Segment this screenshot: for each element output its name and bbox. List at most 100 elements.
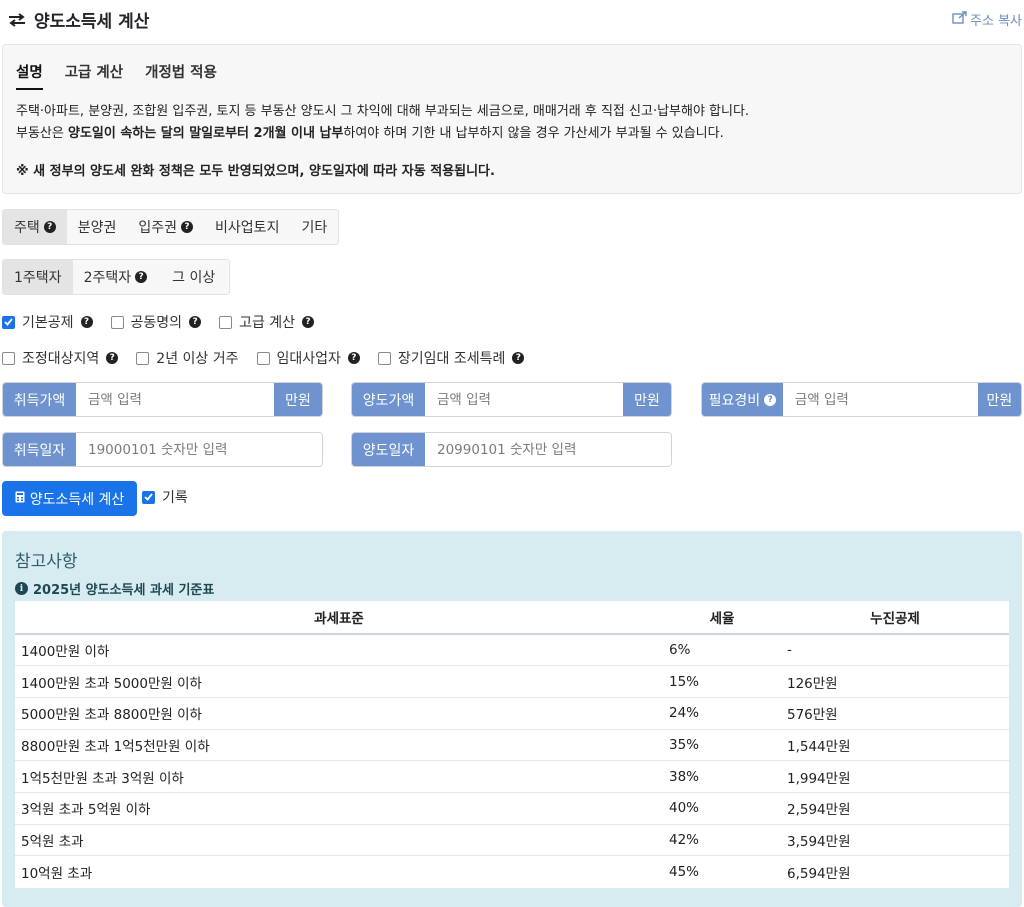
checkbox-checked-icon[interactable] (142, 490, 155, 504)
reference-subtitle: i 2025년 양도소득세 과세 기준표 (15, 579, 214, 598)
checkbox-icon[interactable] (110, 315, 124, 329)
owner-type-two-houses[interactable]: 2주택자? (73, 260, 159, 294)
option-rental-business[interactable]: 임대사업자 ? (256, 348, 360, 368)
checkbox-icon[interactable] (377, 351, 391, 365)
option-advanced-calc[interactable]: 고급 계산 ? (219, 312, 315, 332)
description-line-1: 주택·아파트, 분양권, 조합원 입주권, 토지 등 부동산 양도시 그 차익에… (16, 104, 750, 119)
asset-type-occupancy-right[interactable]: 입주권? (127, 210, 204, 244)
cell-tax-base: 1400만원 이하 (15, 633, 663, 666)
option-joint-ownership[interactable]: 공동명의 ? (110, 312, 202, 332)
cell-tax-rate: 40% (663, 791, 781, 825)
cell-progressive-deduction: 126만원 (781, 665, 1009, 698)
table-row: 1억5천만원 초과 3억원 이하 38% 1,994만원 (15, 760, 1009, 793)
help-icon[interactable]: ? (302, 316, 315, 328)
cell-tax-rate: 24% (663, 696, 781, 730)
cell-progressive-deduction: 1,994만원 (781, 760, 1009, 793)
info-icon: i (15, 582, 28, 595)
cell-tax-rate: 6% (663, 633, 781, 666)
help-icon[interactable]: ? (135, 271, 148, 283)
header-progressive-deduction: 누진공제 (781, 601, 1009, 635)
header: 양도소득세 계산 주소 복사 (0, 0, 1024, 38)
table-row: 5000만원 초과 8800만원 이하 24% 576만원 (15, 696, 1009, 730)
copy-address-label: 주소 복사 (970, 14, 1022, 29)
option-residence-label: 2년 이상 거주 (156, 351, 239, 367)
help-icon[interactable]: ? (181, 221, 194, 233)
options-row-1: 기본공제 ? 공동명의 ? 고급 계산 ? (2, 312, 332, 332)
option-long-term-rental[interactable]: 장기임대 조세특례 ? (377, 348, 525, 368)
expense-input[interactable] (782, 383, 978, 416)
acquisition-price-input[interactable] (76, 383, 274, 416)
copy-address-link[interactable]: 주소 복사 (952, 10, 1022, 29)
tax-rate-table-body: 1400만원 이하 6% -1400만원 초과 5000만원 이하 15% 126만원 5… (15, 633, 1009, 888)
cell-progressive-deduction: 3,594만원 (781, 823, 1009, 856)
checkbox-icon[interactable] (219, 315, 233, 329)
checkbox-icon[interactable] (136, 351, 150, 365)
help-icon[interactable]: ? (764, 393, 777, 406)
tab-revised-law[interactable]: 개정법 적용 (145, 61, 217, 90)
sale-date-input[interactable] (425, 433, 671, 466)
asset-type-occupancy-label: 입주권 (138, 220, 178, 236)
header-tax-base: 과세표준 (15, 601, 663, 635)
help-icon[interactable]: ? (512, 352, 525, 364)
cell-progressive-deduction: 1,544만원 (781, 728, 1009, 761)
table-row: 1400만원 초과 5000만원 이하 15% 126만원 (15, 665, 1009, 698)
sale-price-unit: 만원 (623, 383, 671, 416)
asset-type-house-label: 주택 (14, 220, 40, 236)
policy-note: ※ 새 정부의 양도세 완화 정책은 모두 반영되었으며, 양도일자에 따라 자… (16, 164, 495, 179)
calculate-button[interactable]: 양도소득세 계산 (2, 481, 137, 516)
option-advanced-calc-label: 고급 계산 (239, 315, 296, 331)
tab-advanced-calc[interactable]: 고급 계산 (65, 61, 123, 90)
page-title: 양도소득세 계산 (8, 7, 149, 32)
asset-type-presale[interactable]: 분양권 (67, 210, 128, 244)
expense-label: 필요경비? (702, 383, 783, 416)
description-panel: 설명 고급 계산 개정법 적용 주택·아파트, 분양권, 조합원 입주권, 토지… (2, 44, 1022, 194)
help-icon[interactable]: ? (80, 316, 93, 328)
help-icon[interactable]: ? (347, 352, 360, 364)
asset-type-presale-label: 분양권 (77, 220, 117, 236)
option-joint-ownership-label: 공동명의 (130, 315, 183, 331)
option-long-term-rental-label: 장기임대 조세특례 (397, 351, 506, 367)
table-row: 5억원 초과 42% 3,594만원 (15, 823, 1009, 856)
asset-type-selector: 주택? 분양권 입주권? 비사업토지 기타 (2, 209, 340, 245)
owner-type-two-label: 2주택자 (83, 270, 132, 286)
asset-type-other[interactable]: 기타 (290, 210, 338, 244)
option-basic-deduction-label: 기본공제 (22, 315, 74, 331)
option-basic-deduction[interactable]: 기본공제 ? (2, 312, 93, 332)
cell-progressive-deduction: 2,594만원 (781, 791, 1009, 825)
help-icon[interactable]: ? (106, 352, 119, 364)
owner-type-one-house[interactable]: 1주택자 (3, 260, 73, 294)
sale-price-group: 양도가액 만원 (351, 382, 672, 417)
table-row: 10억원 초과 45% 6,594만원 (15, 855, 1009, 888)
share-icon (952, 11, 967, 28)
page-title-text: 양도소득세 계산 (34, 12, 150, 32)
asset-type-nonbusiness-land[interactable]: 비사업토지 (204, 210, 290, 244)
cell-tax-base: 1400만원 초과 5000만원 이하 (15, 665, 663, 698)
checkbox-icon[interactable] (2, 351, 15, 365)
owner-type-more[interactable]: 그 이상 (158, 260, 229, 294)
checkbox-icon[interactable] (256, 351, 270, 365)
sale-date-label: 양도일자 (352, 433, 425, 466)
sale-date-group: 양도일자 (351, 432, 672, 467)
option-regulated-area[interactable]: 조정대상지역 ? (2, 348, 119, 368)
sale-price-label: 양도가액 (352, 383, 425, 416)
cell-tax-rate: 42% (663, 823, 781, 856)
sale-price-input[interactable] (425, 383, 623, 416)
help-icon[interactable]: ? (189, 316, 202, 328)
acquisition-date-input[interactable] (76, 433, 322, 466)
calculate-button-label: 양도소득세 계산 (29, 491, 125, 508)
asset-type-land-label: 비사업토지 (215, 220, 280, 236)
reference-title: 참고사항 (15, 552, 78, 572)
asset-type-house[interactable]: 주택? (3, 210, 67, 244)
cell-tax-rate: 35% (663, 728, 781, 761)
record-label: 기록 (162, 490, 188, 506)
option-residence-2years[interactable]: 2년 이상 거주 (136, 348, 239, 368)
record-option[interactable]: 기록 (142, 487, 188, 507)
owner-type-selector: 1주택자 2주택자? 그 이상 (2, 259, 231, 295)
acquisition-date-group: 취득일자 (2, 432, 323, 467)
reference-panel: 참고사항 i 2025년 양도소득세 과세 기준표 과세표준 세율 누진공제 1… (2, 531, 1022, 907)
checkbox-checked-icon[interactable] (2, 315, 15, 329)
tab-description[interactable]: 설명 (16, 61, 43, 90)
cell-tax-base: 8800만원 초과 1억5천만원 이하 (15, 728, 663, 761)
help-icon[interactable]: ? (43, 221, 56, 233)
table-row: 8800만원 초과 1억5천만원 이하 35% 1,544만원 (15, 728, 1009, 761)
